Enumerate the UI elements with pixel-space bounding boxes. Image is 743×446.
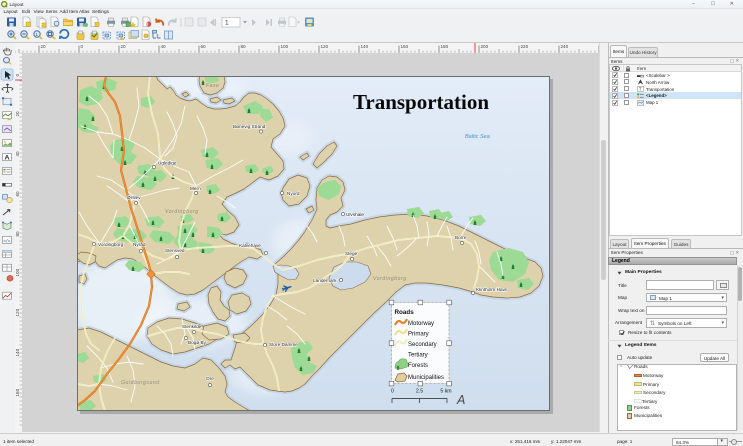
svg-text:20: 20 <box>41 44 47 49</box>
svg-text:220: 220 <box>521 44 529 49</box>
svg-text:Vordingborg: Vordingborg <box>373 276 407 282</box>
svg-text:Primary: Primary <box>408 332 429 338</box>
svg-text:T: T <box>639 87 642 92</box>
svg-text:200: 200 <box>481 44 489 49</box>
svg-text:0: 0 <box>15 74 20 77</box>
svg-text:Ørslev: Ørslev <box>127 195 141 200</box>
svg-text:20: 20 <box>121 44 127 49</box>
svg-text:100: 100 <box>281 44 289 49</box>
svg-text:Nyråd: Nyråd <box>133 241 146 247</box>
svg-text:20: 20 <box>15 111 20 117</box>
svg-text:Landemark: Landemark <box>313 278 337 283</box>
svg-text:Ulvshale: Ulvshale <box>346 212 364 217</box>
svg-text:0: 0 <box>391 389 394 395</box>
svg-text:40: 40 <box>15 151 20 157</box>
svg-text:Bogø By: Bogø By <box>188 340 207 345</box>
svg-text:Stenkilde: Stenkilde <box>182 324 202 329</box>
svg-text:Store Damme: Store Damme <box>269 342 298 347</box>
svg-text:Stensved: Stensved <box>165 248 185 253</box>
svg-text:60: 60 <box>15 191 20 197</box>
svg-text:140: 140 <box>361 44 369 49</box>
svg-text:Guldborgsund: Guldborgsund <box>121 380 160 386</box>
svg-text:Ore: Ore <box>206 376 214 381</box>
svg-text:Stege: Stege <box>345 251 358 256</box>
svg-text:0: 0 <box>81 44 84 49</box>
svg-text:</>: </> <box>3 239 10 245</box>
svg-text:180: 180 <box>441 44 449 49</box>
svg-text:Baltic Sea: Baltic Sea <box>465 134 490 140</box>
svg-text:2.5: 2.5 <box>416 389 423 395</box>
svg-text:Vordingborg: Vordingborg <box>98 242 124 247</box>
svg-text:5 km: 5 km <box>440 389 451 395</box>
svg-text:Ugledige: Ugledige <box>158 161 177 166</box>
svg-text:Forests: Forests <box>408 363 428 369</box>
svg-text:Motorway: Motorway <box>408 321 434 327</box>
svg-text:A: A <box>456 393 465 407</box>
svg-text:Tertiary: Tertiary <box>408 353 428 359</box>
svg-text:40: 40 <box>161 44 167 49</box>
svg-text:60: 60 <box>201 44 207 49</box>
svg-text:Faxe: Faxe <box>206 83 220 89</box>
svg-text:Vordingborg: Vordingborg <box>165 209 199 215</box>
svg-text:Roads: Roads <box>395 309 415 316</box>
svg-text:120: 120 <box>321 44 329 49</box>
svg-text:1: 1 <box>225 20 229 27</box>
svg-text:80: 80 <box>15 231 20 237</box>
svg-text:Secondary: Secondary <box>408 342 437 348</box>
svg-text:80: 80 <box>241 44 247 49</box>
svg-text:Borre: Borre <box>455 235 467 240</box>
svg-text:Nyord: Nyord <box>287 191 300 196</box>
svg-text:120: 120 <box>15 308 20 316</box>
svg-text:100: 100 <box>15 268 20 276</box>
svg-text:Transportation: Transportation <box>353 90 489 114</box>
svg-text:Municipalities: Municipalities <box>408 375 444 381</box>
svg-text:240: 240 <box>561 44 569 49</box>
svg-text:160: 160 <box>15 388 20 396</box>
svg-text:140: 140 <box>15 348 20 356</box>
svg-text:Mern: Mern <box>190 186 201 191</box>
svg-text:Klintholm Havn: Klintholm Havn <box>476 287 508 292</box>
svg-text:160: 160 <box>401 44 409 49</box>
svg-text:Kalvehave: Kalvehave <box>239 243 261 248</box>
svg-text:A: A <box>5 155 10 162</box>
svg-text:Bønevig Strand: Bønevig Strand <box>233 124 266 129</box>
